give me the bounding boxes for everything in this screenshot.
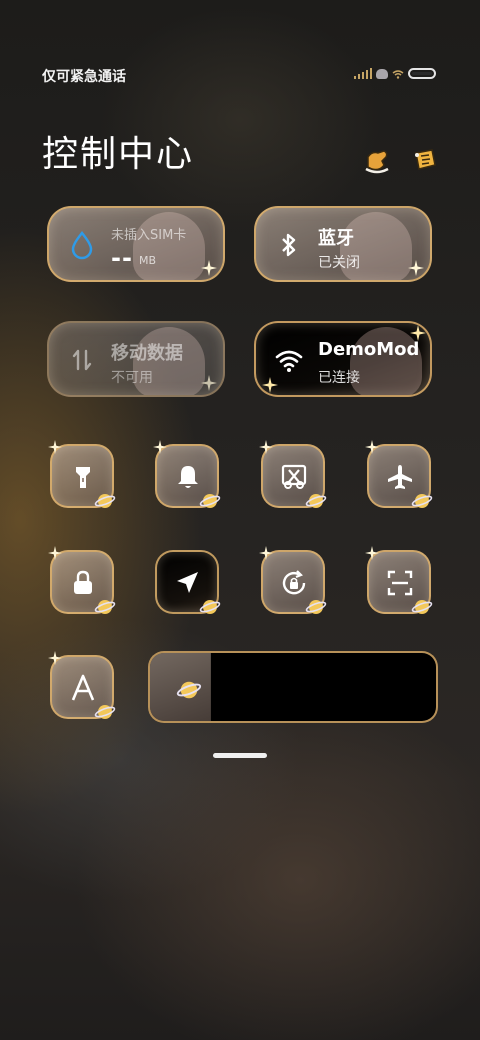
wifi-icon bbox=[275, 350, 303, 372]
sparkle-icon bbox=[153, 440, 167, 454]
planet-badge-icon bbox=[199, 494, 221, 508]
mobile-data-tile[interactable]: 移动数据 不可用 bbox=[47, 321, 225, 397]
wifi-tile[interactable]: DemoMod 已连接 bbox=[254, 321, 432, 397]
wifi-status: 已连接 bbox=[318, 370, 360, 386]
scan-icon bbox=[387, 570, 413, 596]
carrier-status-text: 仅可紧急通话 bbox=[42, 69, 126, 85]
rotation-lock-icon bbox=[282, 570, 306, 595]
cat-face-decoration bbox=[133, 212, 205, 280]
mobile-data-arrows-icon bbox=[72, 349, 92, 371]
planet-badge-icon bbox=[94, 600, 116, 614]
flashlight-toggle[interactable] bbox=[48, 440, 116, 508]
status-icons bbox=[354, 68, 436, 79]
bluetooth-title: 蓝牙 bbox=[318, 228, 354, 249]
sparkle-icon bbox=[410, 325, 426, 341]
planet-badge-icon bbox=[199, 600, 221, 614]
mobile-data-title: 移动数据 bbox=[111, 343, 183, 364]
scissors-icon bbox=[281, 464, 307, 489]
signal-icon bbox=[354, 68, 372, 79]
screenshot-toggle[interactable] bbox=[259, 440, 327, 508]
planet-badge-icon bbox=[94, 705, 116, 719]
airplane-icon bbox=[388, 465, 412, 489]
battery-icon bbox=[408, 68, 436, 79]
sparkle-icon bbox=[408, 260, 424, 276]
cat-icon bbox=[376, 68, 388, 79]
lock-screen-toggle[interactable] bbox=[48, 546, 116, 614]
sparkle-icon bbox=[201, 375, 217, 391]
bell-icon bbox=[178, 466, 198, 488]
planet-badge-icon bbox=[411, 600, 433, 614]
notification-toggle[interactable] bbox=[153, 440, 221, 508]
data-usage-title: 未插入SIM卡 bbox=[111, 228, 187, 243]
bluetooth-icon bbox=[282, 233, 296, 257]
location-toggle[interactable] bbox=[155, 550, 221, 614]
airplane-toggle[interactable] bbox=[365, 440, 433, 508]
status-bar: 仅可紧急通话 bbox=[0, 60, 480, 90]
sparkle-icon bbox=[201, 260, 217, 276]
brightness-slider[interactable] bbox=[148, 651, 438, 723]
data-usage-unit: MB bbox=[139, 254, 157, 267]
water-drop-icon bbox=[71, 231, 93, 260]
font-a-icon bbox=[71, 674, 95, 701]
scan-toggle[interactable] bbox=[365, 546, 433, 614]
wifi-status-icon bbox=[392, 69, 404, 79]
mobile-data-status: 不可用 bbox=[111, 370, 153, 386]
rotation-lock-toggle[interactable] bbox=[259, 546, 327, 614]
sparkle-icon bbox=[365, 440, 379, 454]
sparkle-icon bbox=[48, 651, 62, 665]
edit-hand-icon[interactable] bbox=[362, 145, 392, 175]
sparkle-icon bbox=[365, 546, 379, 560]
page-title: 控制中心 bbox=[42, 134, 195, 175]
wifi-network-name: DemoMod bbox=[318, 339, 420, 360]
bluetooth-status: 已关闭 bbox=[318, 255, 360, 271]
location-arrow-icon bbox=[177, 572, 198, 593]
sparkle-icon bbox=[259, 546, 273, 560]
data-usage-value: -- bbox=[111, 244, 133, 272]
planet-brightness-icon bbox=[176, 681, 202, 699]
sparkle-icon bbox=[48, 546, 62, 560]
sparkle-icon bbox=[262, 377, 278, 393]
planet-badge-icon bbox=[411, 494, 433, 508]
planet-badge-icon bbox=[305, 494, 327, 508]
flashlight-icon bbox=[76, 467, 90, 488]
planet-badge-icon bbox=[305, 600, 327, 614]
planet-badge-icon bbox=[94, 494, 116, 508]
settings-card-icon[interactable] bbox=[410, 145, 440, 175]
sparkle-icon bbox=[259, 440, 273, 454]
lock-icon bbox=[74, 570, 92, 594]
home-indicator[interactable] bbox=[213, 753, 267, 758]
data-usage-tile[interactable]: 未插入SIM卡 -- MB bbox=[47, 206, 225, 282]
bluetooth-tile[interactable]: 蓝牙 已关闭 bbox=[254, 206, 432, 282]
reading-mode-toggle[interactable] bbox=[48, 651, 116, 719]
sparkle-icon bbox=[48, 440, 62, 454]
